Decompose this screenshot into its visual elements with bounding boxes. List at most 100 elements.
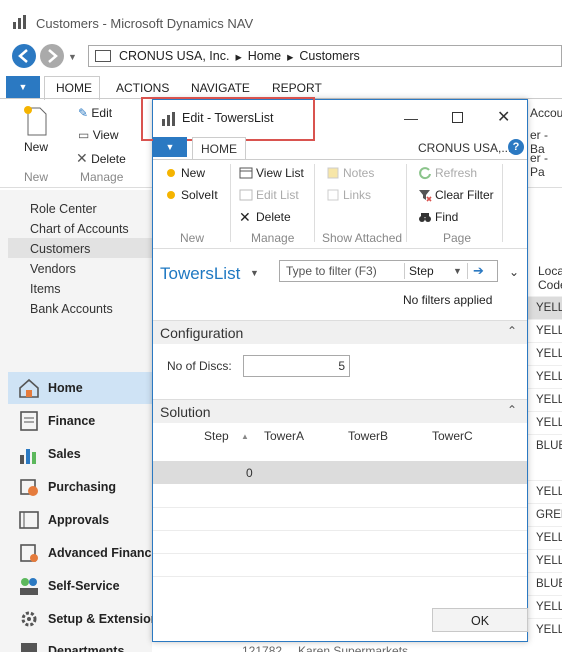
solveit-button[interactable]: SolveIt (164, 188, 218, 202)
tab-actions[interactable]: ACTIONS (116, 81, 169, 95)
nav-link-role-center[interactable]: Role Center (30, 202, 97, 216)
dialog-group-new: New (180, 231, 205, 245)
grid-line (153, 553, 527, 554)
table-row[interactable] (153, 461, 527, 484)
location-cell[interactable]: BLUE (528, 434, 562, 457)
no-filters-text: No filters applied (403, 293, 493, 307)
location-cell[interactable]: YELLO (528, 319, 562, 342)
column-header-step[interactable]: Step (204, 429, 229, 443)
filter-expand-chevron-icon[interactable]: ⌄ (509, 265, 519, 279)
location-cell[interactable]: YELLO (528, 480, 562, 503)
home-icon (18, 377, 40, 399)
column-header-towera[interactable]: TowerA (264, 429, 304, 443)
back-button[interactable] (12, 44, 36, 68)
help-icon[interactable]: ? (508, 139, 524, 155)
notes-button[interactable]: Notes (326, 166, 374, 180)
location-cell[interactable]: YELLO (528, 618, 562, 641)
filter-input[interactable]: Type to filter (F3) (280, 264, 404, 278)
main-window-title: Customers - Microsoft Dynamics NAV (36, 16, 254, 31)
filter-field-dropdown-icon[interactable]: ▼ (453, 266, 467, 276)
caption-dropdown-icon[interactable]: ▼ (250, 268, 259, 278)
no-of-discs-field[interactable]: 5 (243, 355, 350, 377)
dialog-delete-button[interactable]: ✕ Delete (239, 210, 291, 224)
refresh-icon (418, 166, 432, 180)
edit-button[interactable]: ✎ Edit (78, 106, 112, 120)
nav-section-approvals[interactable]: Approvals (18, 505, 109, 535)
grid-line (153, 576, 527, 577)
location-cell[interactable]: YELLO (528, 365, 562, 388)
minimize-button[interactable]: — (404, 110, 418, 126)
nav-link-items[interactable]: Items (30, 282, 61, 296)
close-button[interactable]: ✕ (497, 107, 510, 127)
nav-section-sales[interactable]: Sales (18, 439, 81, 469)
nav-section-advanced-finance[interactable]: Advanced Finance (18, 538, 158, 568)
solveit-star-icon (164, 188, 178, 202)
nav-link-chart-of-accounts[interactable]: Chart of Accounts (30, 222, 129, 236)
breadcrumb-company[interactable]: CRONUS USA, Inc. (119, 49, 229, 63)
nav-link-vendors[interactable]: Vendors (30, 262, 76, 276)
collapse-chevron-icon[interactable]: ⌃ (507, 324, 517, 338)
list-row-number[interactable]: 121782 (242, 644, 282, 652)
cell-step[interactable]: 0 (246, 466, 253, 480)
location-cell[interactable]: YELLO (528, 411, 562, 434)
location-cell[interactable]: YELLO (528, 526, 562, 549)
filter-field-select[interactable]: Step (405, 264, 453, 278)
approvals-icon (18, 509, 40, 531)
forward-button[interactable] (40, 44, 64, 68)
list-row-name[interactable]: Karen Supermarkets (298, 644, 408, 652)
dialog-tab-home[interactable]: HOME (192, 137, 246, 159)
solution-fasttab[interactable]: Solution ⌃ (153, 399, 527, 423)
tab-home-label: HOME (56, 81, 92, 95)
breadcrumb-customers[interactable]: Customers (299, 49, 359, 63)
dialog-menu-button[interactable]: ▼ (153, 137, 187, 157)
collapse-chevron-icon[interactable]: ⌃ (507, 403, 517, 417)
delete-x-icon: ✕ (239, 209, 251, 225)
right-list-col-header[interactable]: Loca (538, 264, 562, 278)
configuration-fasttab[interactable]: Configuration ⌃ (153, 320, 527, 344)
links-button[interactable]: Links (326, 188, 371, 202)
nav-section-purchasing[interactable]: Purchasing (18, 472, 116, 502)
clear-filter-button[interactable]: Clear Filter (418, 188, 494, 202)
location-cell[interactable]: YELLO (528, 388, 562, 411)
column-header-towerc[interactable]: TowerC (432, 429, 473, 443)
nav-link-bank-accounts[interactable]: Bank Accounts (30, 302, 113, 316)
app-menu-button[interactable]: ▼ (6, 76, 40, 98)
location-cell[interactable]: YELLO (528, 549, 562, 572)
nav-section-home[interactable]: Home (18, 373, 83, 403)
nav-section-departments[interactable]: Departments (18, 636, 124, 652)
nav-dropdown-icon[interactable]: ▼ (68, 52, 77, 62)
nav-link-customers[interactable]: Customers (30, 242, 90, 256)
column-header-towerb[interactable]: TowerB (348, 429, 388, 443)
filter-box[interactable]: Type to filter (F3) Step ▼ ➔ (279, 260, 498, 282)
apply-filter-arrow-icon[interactable]: ➔ (468, 263, 484, 279)
tab-navigate[interactable]: NAVIGATE (191, 81, 250, 95)
edit-list-button[interactable]: Edit List (239, 188, 299, 202)
ribbon-group-manage: Manage (80, 170, 124, 184)
dialog-group-page: Page (443, 231, 472, 245)
departments-icon (18, 640, 40, 652)
ok-button[interactable]: OK (432, 608, 528, 632)
delete-button[interactable]: ✕ Delete (76, 150, 126, 167)
configuration-title: Configuration (160, 325, 244, 341)
location-cell[interactable]: GREE (528, 503, 562, 526)
location-cell[interactable]: YELLO (528, 342, 562, 365)
nav-section-setup-extension[interactable]: Setup & Extension (18, 604, 158, 634)
find-button[interactable]: Find (418, 210, 458, 224)
view-list-button[interactable]: View List (239, 166, 304, 180)
right-list-header-account: Accoun (530, 106, 562, 120)
new-button[interactable]: New (24, 140, 48, 154)
new-icon (22, 104, 48, 136)
maximize-button[interactable] (452, 112, 463, 123)
location-cell[interactable]: BLUE (528, 572, 562, 595)
address-bar[interactable]: CRONUS USA, Inc. ▸ Home ▸ Customers (88, 45, 562, 67)
location-cell[interactable]: YELLO (528, 296, 562, 319)
nav-section-self-service[interactable]: Self-Service (18, 571, 120, 601)
location-cell[interactable]: YELLO (528, 595, 562, 618)
view-button[interactable]: ▭ View (78, 128, 118, 142)
nav-section-finance[interactable]: Finance (18, 406, 95, 436)
refresh-button[interactable]: Refresh (418, 166, 477, 180)
dialog-new-button[interactable]: New (164, 166, 205, 180)
finance-icon (18, 410, 40, 432)
tab-report[interactable]: REPORT (272, 81, 322, 95)
breadcrumb-home[interactable]: Home (248, 49, 281, 63)
